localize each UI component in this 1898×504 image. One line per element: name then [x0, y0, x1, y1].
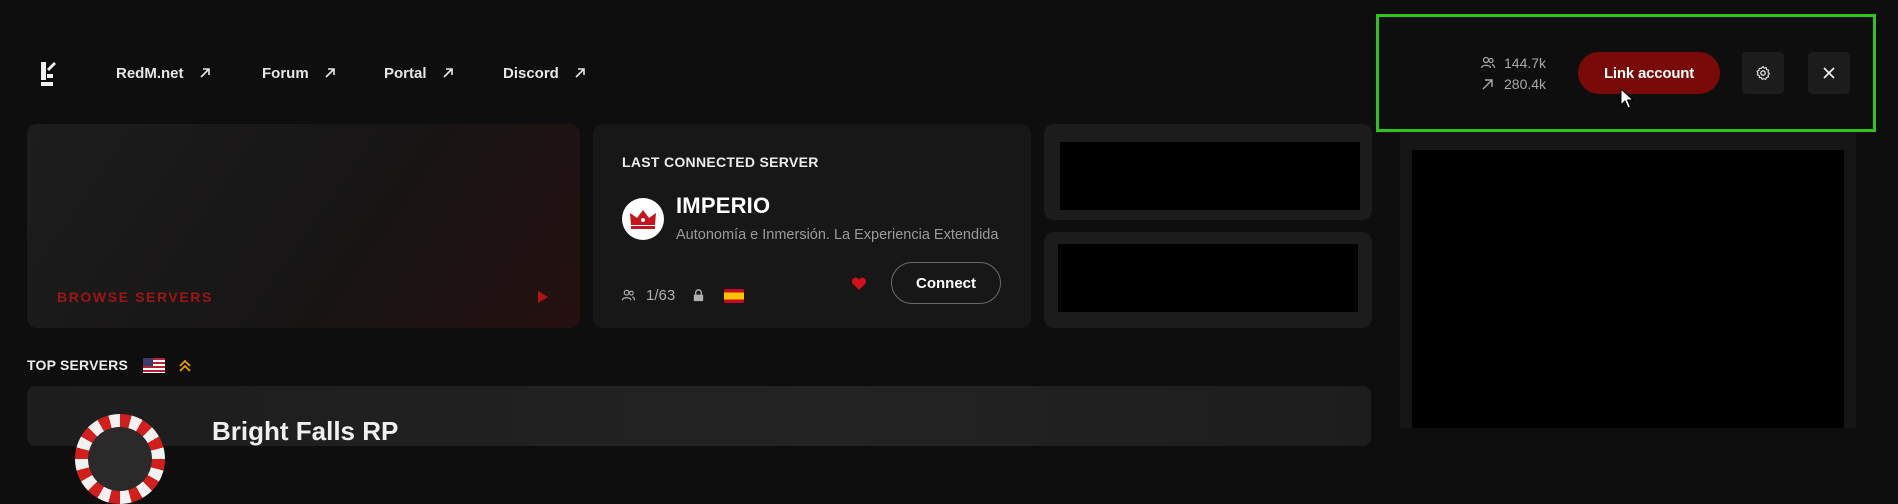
lock-icon	[694, 289, 704, 302]
server-player-count: 1/63	[646, 287, 676, 304]
top-server-avatar-center	[88, 427, 152, 491]
top-server-name: Bright Falls RP	[212, 416, 399, 446]
nav-label: Forum	[262, 64, 309, 82]
nav-discord-link[interactable]: Discord	[503, 62, 587, 84]
external-link-icon	[575, 68, 585, 78]
global-stats: 144.7k 280.4k	[1480, 52, 1546, 94]
crown-icon	[630, 210, 656, 229]
gear-icon	[1756, 65, 1771, 80]
players-icon	[621, 289, 636, 301]
server-avatar	[622, 198, 664, 240]
close-button[interactable]	[1808, 52, 1850, 94]
external-link-icon	[442, 68, 453, 78]
top-servers-title: TOP SERVERS	[27, 357, 129, 373]
server-description: Autonomía e Inmersión. La Experiencia Ex…	[676, 227, 999, 243]
link-account-button[interactable]: Link account	[1578, 52, 1720, 94]
us-flag-icon[interactable]	[143, 358, 165, 373]
settings-button[interactable]	[1742, 52, 1784, 94]
players-count: 144.7k	[1504, 54, 1547, 71]
side-ad-slot	[1412, 150, 1844, 428]
nav-label: RedM.net	[116, 64, 184, 82]
ad-slot-top[interactable]	[1060, 142, 1360, 210]
server-meta: 1/63	[621, 287, 745, 304]
players-icon	[1480, 56, 1496, 68]
mouse-cursor-icon	[1620, 88, 1635, 109]
arrow-up-right-icon	[1482, 78, 1493, 89]
external-link-icon	[325, 68, 335, 78]
connect-button[interactable]: Connect	[891, 262, 1001, 304]
external-link-icon	[199, 68, 210, 78]
servers-count: 280.4k	[1504, 75, 1547, 92]
server-name: IMPERIO	[676, 193, 771, 218]
ad-slot-bottom[interactable]	[1058, 244, 1358, 312]
play-arrow-icon	[538, 291, 548, 303]
chevron-double-up-icon[interactable]	[178, 358, 192, 374]
favorite-heart-icon[interactable]	[851, 277, 867, 291]
nav-redm-link[interactable]: RedM.net	[116, 62, 212, 84]
nav-label: Discord	[503, 64, 559, 82]
spain-flag-icon	[724, 288, 745, 303]
nav-label: Portal	[384, 64, 427, 82]
last-connected-title: LAST CONNECTED SERVER	[622, 154, 819, 170]
browse-servers-label: BROWSE SERVERS	[57, 289, 213, 305]
redm-logo-icon[interactable]	[38, 60, 58, 88]
close-icon	[1823, 67, 1835, 79]
nav-forum-link[interactable]: Forum	[262, 62, 337, 84]
nav-portal-link[interactable]: Portal	[384, 62, 455, 84]
